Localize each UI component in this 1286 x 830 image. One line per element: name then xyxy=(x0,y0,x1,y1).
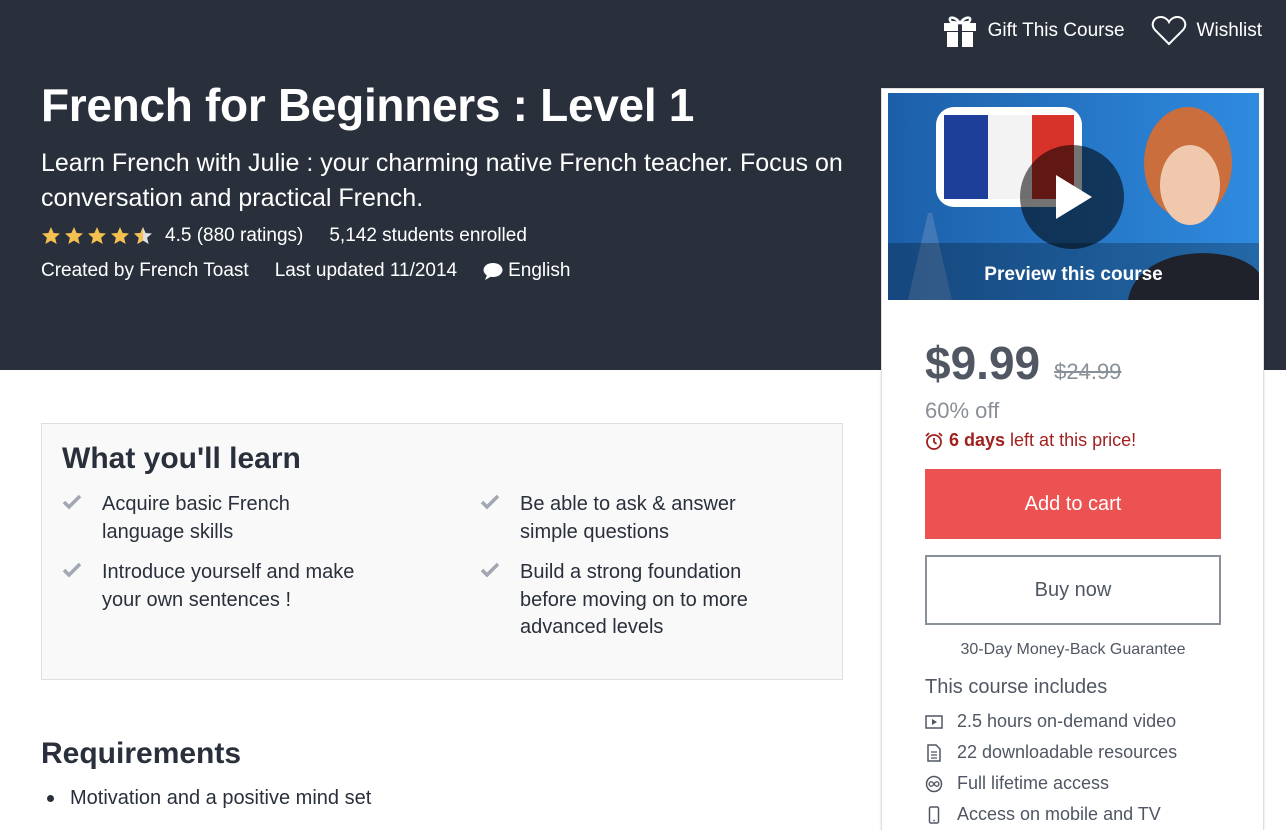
star-icon xyxy=(65,227,83,244)
include-item-text: 2.5 hours on-demand video xyxy=(957,711,1177,731)
speech-bubble-icon xyxy=(483,263,503,280)
include-item-text: Access on mobile and TV xyxy=(957,804,1161,824)
learn-item-text: Be able to ask & answer simple questions xyxy=(520,493,736,543)
file-icon xyxy=(927,743,941,762)
requirements-title: Requirements xyxy=(41,737,242,770)
wishlist-label: Wishlist xyxy=(1196,20,1262,41)
what-youll-learn: What you'll learn Acquire basic French l… xyxy=(41,423,843,680)
check-icon xyxy=(480,494,500,510)
include-item: 22 downloadable resources xyxy=(925,737,1177,768)
timer-text: 6 days left at this price! xyxy=(949,430,1136,451)
wishlist-button[interactable]: Wishlist xyxy=(1151,15,1262,47)
requirement-text: Motivation and a positive mind set xyxy=(70,787,372,809)
half-star-icon xyxy=(134,227,152,244)
heart-icon xyxy=(1151,15,1187,47)
star-icon xyxy=(88,227,106,244)
gift-course-button[interactable]: Gift This Course xyxy=(942,14,1125,48)
mobile-icon xyxy=(928,805,940,824)
star-rating xyxy=(41,226,153,246)
meta-row: Created by French Toast Last updated 11/… xyxy=(41,260,570,282)
includes-title: This course includes xyxy=(925,676,1108,698)
include-item: 2.5 hours on-demand video xyxy=(925,706,1177,737)
buy-now-button[interactable]: Buy now xyxy=(925,555,1221,625)
learn-item: Acquire basic French language skills xyxy=(62,491,362,546)
last-updated: Last updated 11/2014 xyxy=(274,260,458,281)
original-price: $24.99 xyxy=(1054,359,1122,384)
learn-item-text: Acquire basic French language skills xyxy=(102,493,290,543)
star-icon xyxy=(111,227,129,244)
video-icon xyxy=(925,714,943,729)
money-back-guarantee: 30-Day Money-Back Guarantee xyxy=(960,641,1186,658)
gift-icon xyxy=(942,14,978,48)
include-item-text: 22 downloadable resources xyxy=(957,742,1178,762)
course-preview[interactable]: Preview this course xyxy=(888,93,1259,300)
check-icon xyxy=(62,562,82,578)
course-title: French for Beginners : Level 1 xyxy=(41,79,695,131)
timer-days: 6 days xyxy=(949,430,1006,450)
preview-label: Preview this course xyxy=(984,264,1163,285)
alarm-clock-icon xyxy=(925,431,943,450)
top-actions: Gift This Course Wishlist xyxy=(942,14,1262,48)
current-price: $9.99 xyxy=(925,337,1041,389)
learn-item: Introduce yourself and make your own sen… xyxy=(62,559,362,614)
include-item-text: Full lifetime access xyxy=(957,773,1110,793)
language-label: English xyxy=(508,260,571,281)
purchase-card: Preview this course $9.99 $24.99 60% off… xyxy=(881,88,1264,830)
check-icon xyxy=(480,562,500,578)
learn-title: What you'll learn xyxy=(62,442,301,475)
rating-row: 4.5 (880 ratings) 5,142 students enrolle… xyxy=(41,225,527,247)
includes-list: 2.5 hours on-demand video 22 downloadabl… xyxy=(925,706,1177,830)
language: English xyxy=(483,260,570,282)
course-subtitle: Learn French with Julie : your charming … xyxy=(41,149,843,212)
requirement-item: Motivation and a positive mind set xyxy=(41,787,371,810)
price-row: $9.99 $24.99 xyxy=(925,336,1121,390)
price-timer: 6 days left at this price! xyxy=(925,430,1136,451)
requirements-list: Motivation and a positive mind set xyxy=(41,787,371,810)
learn-item: Be able to ask & answer simple questions xyxy=(480,491,780,546)
learn-item-text: Introduce yourself and make your own sen… xyxy=(102,561,355,611)
learn-item-text: Build a strong foundation before moving … xyxy=(520,561,748,638)
enrolled-count: 5,142 students enrolled xyxy=(329,225,527,246)
learn-item: Build a strong foundation before moving … xyxy=(480,559,780,642)
star-icon xyxy=(42,227,60,244)
timer-rest: left at this price! xyxy=(1005,430,1137,450)
rating-text[interactable]: 4.5 (880 ratings) xyxy=(165,225,303,247)
infinity-icon xyxy=(925,775,943,792)
created-by[interactable]: Created by French Toast xyxy=(41,260,249,282)
include-item: Full lifetime access xyxy=(925,768,1177,799)
check-icon xyxy=(62,494,82,510)
gift-course-label: Gift This Course xyxy=(987,20,1125,41)
discount-label: 60% off xyxy=(925,398,1000,423)
bullet-icon xyxy=(47,795,54,802)
add-to-cart-button[interactable]: Add to cart xyxy=(925,469,1221,539)
include-item: Access on mobile and TV xyxy=(925,799,1177,830)
